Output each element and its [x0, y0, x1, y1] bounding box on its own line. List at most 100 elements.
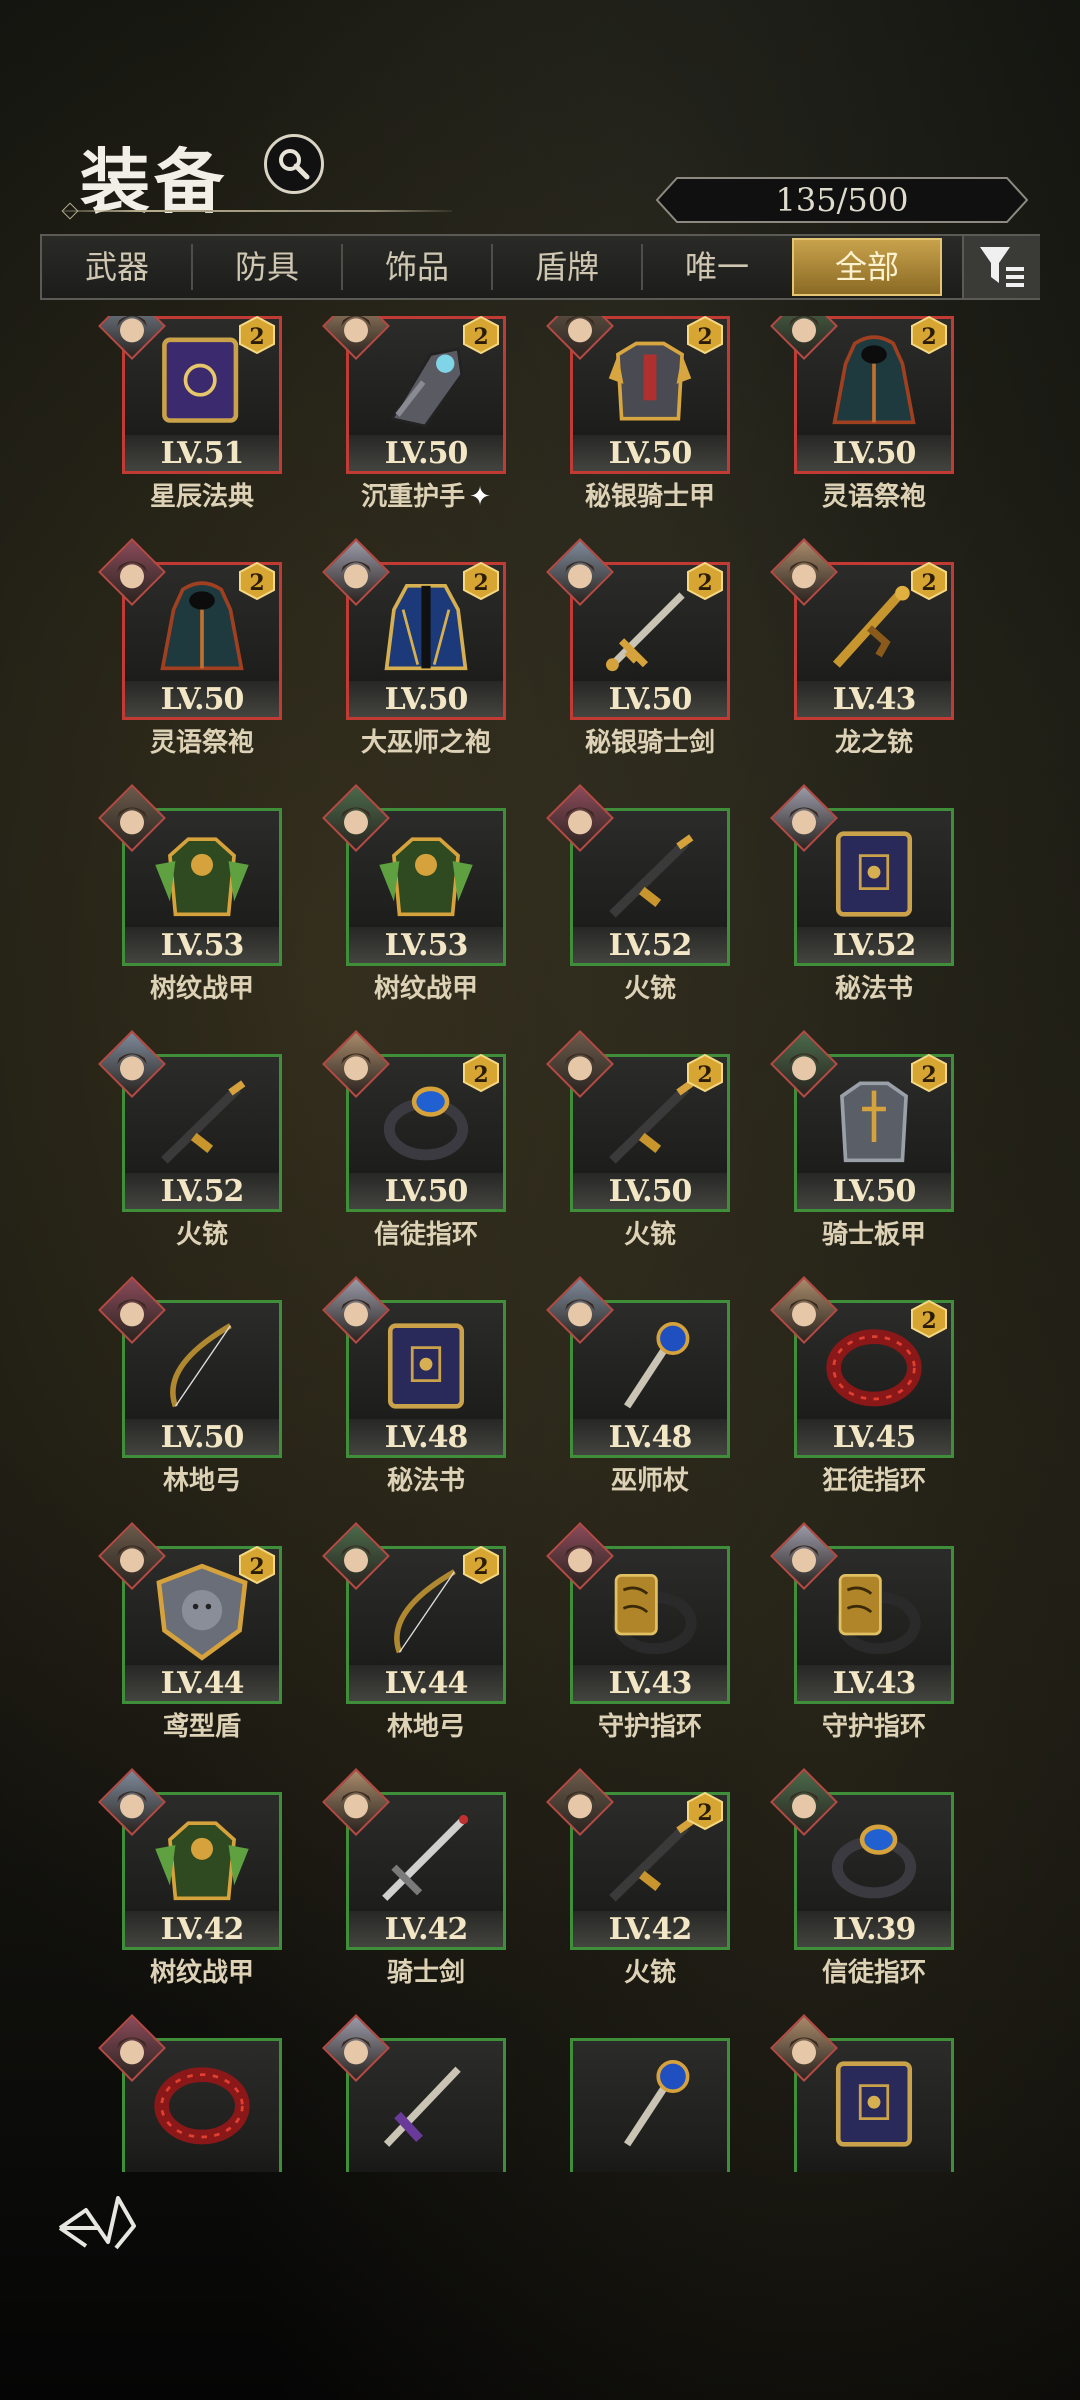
leaf-armor-icon [361, 819, 491, 929]
item-frame [570, 2038, 730, 2172]
tab-separator [491, 244, 493, 290]
item-name-text: 狂徒指环 [821, 1466, 926, 1496]
equipment-item[interactable]: LV.43 守护指环 [546, 1522, 730, 1746]
item-name-text: 龙之铳 [834, 728, 913, 758]
equipment-item[interactable] [322, 2014, 506, 2172]
equipment-item[interactable]: LV.44 2 林地弓 [322, 1522, 506, 1746]
item-level: LV.50 [797, 1173, 951, 1209]
gold-band-ring-icon [809, 1557, 939, 1667]
item-name: 树纹战甲 [102, 1952, 302, 1989]
item-name-text: 秘法书 [386, 1466, 465, 1496]
item-name: 大巫师之袍 [326, 722, 526, 759]
item-name: 守护指环 [550, 1706, 750, 1743]
item-level: LV.42 [125, 1911, 279, 1947]
item-name: 树纹战甲 [102, 968, 302, 1005]
equipment-item[interactable]: LV.50 2 火铳 [546, 1030, 730, 1254]
item-name: 秘法书 [326, 1460, 526, 1497]
equipment-item[interactable] [98, 2014, 282, 2172]
star-badge-count: 2 [697, 1800, 713, 1826]
item-level: LV.53 [125, 927, 279, 963]
equipment-item[interactable]: LV.39 信徒指环 [770, 1768, 954, 1992]
tab-5[interactable]: 全部 [792, 238, 942, 296]
gold-band-ring-icon [585, 1557, 715, 1667]
item-level: LV.51 [125, 435, 279, 471]
search-button[interactable] [264, 134, 324, 194]
equipment-item[interactable]: LV.50 2 灵语祭袍 [770, 316, 954, 516]
star-badge-count: 2 [697, 1062, 713, 1088]
item-name: 龙之铳 [774, 722, 974, 759]
musket-icon [137, 1065, 267, 1175]
item-name: 狂徒指环 [774, 1460, 974, 1497]
item-name-text: 灵语祭袍 [149, 728, 254, 758]
equipment-item[interactable]: LV.51 2 星辰法典 [98, 316, 282, 516]
equipment-item[interactable]: LV.50 2 大巫师之袍 [322, 538, 506, 762]
equipment-item[interactable]: LV.53 树纹战甲 [322, 784, 506, 1008]
equipment-item[interactable]: LV.42 树纹战甲 [98, 1768, 282, 1992]
equipment-item[interactable]: LV.43 2 龙之铳 [770, 538, 954, 762]
equipment-item[interactable]: LV.42 2 火铳 [546, 1768, 730, 1992]
item-name-text: 树纹战甲 [373, 974, 478, 1004]
item-level: LV.53 [349, 927, 503, 963]
equipment-item[interactable]: LV.42 骑士剑 [322, 1768, 506, 1992]
longbow-icon [137, 1311, 267, 1421]
equipment-item[interactable]: LV.48 巫师杖 [546, 1276, 730, 1500]
star-badge-count: 2 [921, 1062, 937, 1088]
equipment-item[interactable] [770, 2014, 954, 2172]
item-name-text: 大巫师之袍 [360, 728, 491, 758]
item-name-text: 秘银骑士甲 [584, 482, 715, 512]
blue-gem-ring-icon [809, 1803, 939, 1913]
star-badge-count: 2 [473, 570, 489, 596]
tab-2[interactable]: 饰品 [342, 236, 492, 298]
item-name: 灵语祭袍 [774, 476, 974, 513]
item-name: 巫师杖 [550, 1460, 750, 1497]
item-level: LV.48 [349, 1419, 503, 1455]
spellbook-icon [361, 1311, 491, 1421]
equipment-item[interactable]: LV.50 2 灵语祭袍 [98, 538, 282, 762]
item-name-text: 信徒指环 [821, 1958, 926, 1988]
item-level: LV.39 [797, 1911, 951, 1947]
tab-4[interactable]: 唯一 [642, 236, 792, 298]
equipment-item[interactable]: LV.50 2 沉重护手 ✦ [322, 316, 506, 516]
item-name: 火铳 [550, 1214, 750, 1251]
star-badge-count: 2 [473, 324, 489, 350]
item-name: 火铳 [550, 1952, 750, 1989]
star-badge-count: 2 [697, 570, 713, 596]
item-name: 秘银骑士剑 [550, 722, 750, 759]
red-ring-icon [137, 2049, 267, 2159]
equipment-item[interactable]: LV.53 树纹战甲 [98, 784, 282, 1008]
star-badge-count: 2 [249, 324, 265, 350]
item-level: LV.45 [797, 1419, 951, 1455]
star-badge-count: 2 [697, 324, 713, 350]
filter-button[interactable] [962, 236, 1040, 298]
item-level: LV.50 [573, 1173, 727, 1209]
item-name: 星辰法典 [102, 476, 302, 513]
equipment-item[interactable]: LV.50 林地弓 [98, 1276, 282, 1500]
equipment-item[interactable]: LV.44 2 鸢型盾 [98, 1522, 282, 1746]
tab-0[interactable]: 武器 [42, 236, 192, 298]
equipment-item[interactable]: LV.50 2 秘银骑士甲 [546, 316, 730, 516]
item-name: 火铳 [550, 968, 750, 1005]
equipment-item[interactable]: LV.48 秘法书 [322, 1276, 506, 1500]
item-name: 守护指环 [774, 1706, 974, 1743]
item-level: LV.52 [797, 927, 951, 963]
item-level: LV.50 [125, 681, 279, 717]
equipment-item[interactable]: LV.50 2 骑士板甲 [770, 1030, 954, 1254]
back-button[interactable] [56, 2196, 140, 2260]
equipment-item[interactable]: LV.43 守护指环 [770, 1522, 954, 1746]
item-level: LV.50 [125, 1419, 279, 1455]
equipment-item[interactable]: LV.52 火铳 [98, 1030, 282, 1254]
equipment-item[interactable]: LV.50 2 秘银骑士剑 [546, 538, 730, 762]
title-underline [62, 210, 452, 212]
item-level: LV.52 [125, 1173, 279, 1209]
equipment-item[interactable] [570, 2038, 730, 2172]
tab-3[interactable]: 盾牌 [492, 236, 642, 298]
star-badge-count: 2 [921, 324, 937, 350]
equipment-item[interactable]: LV.45 2 狂徒指环 [770, 1276, 954, 1500]
item-level: LV.52 [573, 927, 727, 963]
item-level: LV.42 [349, 1911, 503, 1947]
item-name-text: 骑士剑 [386, 1958, 465, 1988]
equipment-item[interactable]: LV.52 秘法书 [770, 784, 954, 1008]
equipment-item[interactable]: LV.52 火铳 [546, 784, 730, 1008]
equipment-item[interactable]: LV.50 2 信徒指环 [322, 1030, 506, 1254]
tab-1[interactable]: 防具 [192, 236, 342, 298]
